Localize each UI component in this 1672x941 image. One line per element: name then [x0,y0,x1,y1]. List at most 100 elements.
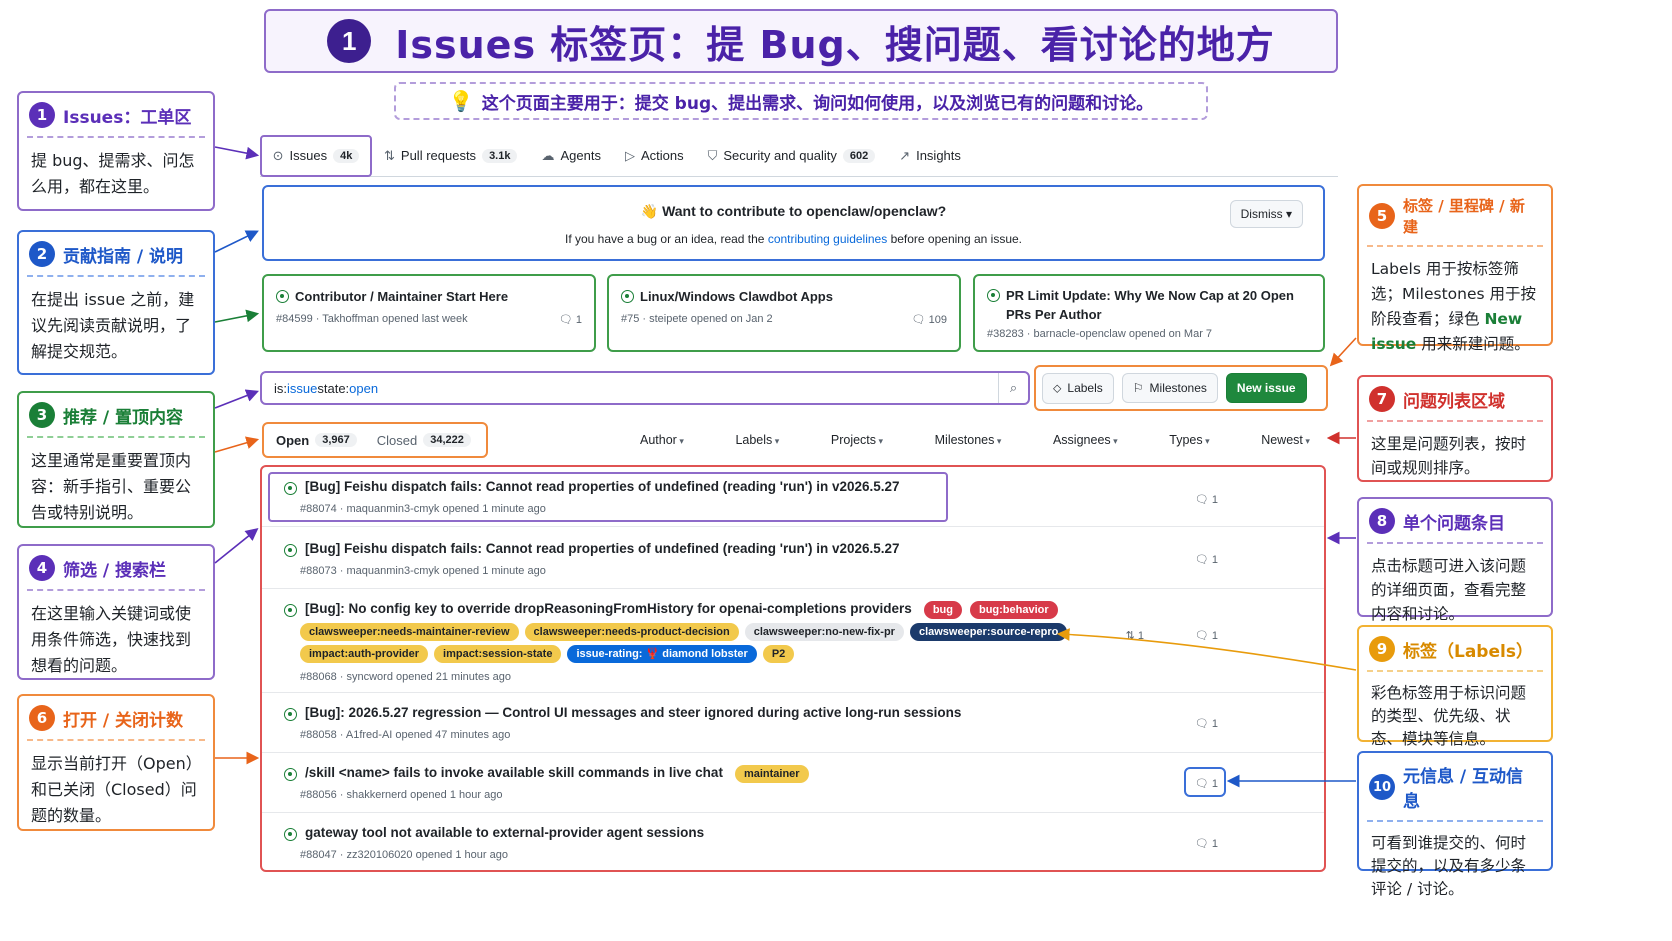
callout-title: 问题列表区域 [1403,391,1505,412]
comment-icon: 🗨 [1194,630,1209,642]
labels-button[interactable]: ⬦ Labels [1042,372,1114,404]
callout-title: 标签 / 里程碑 / 新建 [1403,197,1525,236]
label-p2[interactable]: P2 [762,645,795,663]
callout-5: 5 标签 / 里程碑 / 新建 Labels 用于按标签筛选；Milestones… [1357,184,1553,353]
label-no-new-fix-pr[interactable]: clawsweeper:no-new-fix-pr [744,623,904,641]
filter-labels[interactable]: Labels [735,433,779,447]
shield-icon: ⛉ [707,147,718,163]
callout-number: 4 [29,555,55,581]
callout-title: Issues：工单区 [63,107,192,128]
label-bug-behavior[interactable]: bug:behavior [969,601,1058,619]
tab-agents[interactable]: ☁ Agents [529,136,612,176]
graph-icon: ↗ [899,147,911,163]
tab-actions[interactable]: ▷ Actions [613,136,696,176]
search-icon[interactable]: ⌕ [998,373,1028,403]
table-row[interactable]: /skill <name> fails to invoke available … [262,753,1324,813]
subtitle-box: 💡 这个页面主要用于：提交 bug、提出需求、询问如何使用，以及浏览已有的问题和… [394,82,1208,120]
open-filter[interactable]: Open [276,433,309,448]
issue-title[interactable]: /skill <name> fails to invoke available … [305,765,723,780]
label-maintainer[interactable]: maintainer [734,765,809,783]
issue-title[interactable]: [Bug] Feishu dispatch fails: Cannot read… [305,479,900,494]
label-impact-auth-provider[interactable]: impact:auth-provider [300,645,429,663]
page-title: Issues 标签页：提 Bug、搜问题、看讨论的地方 [395,22,1275,67]
callout-10: 10 元信息 / 互动信息 可看到谁提交的、何时提交的，以及有多少条评论 / 讨论… [1357,751,1553,898]
callout-number: 10 [1369,774,1395,800]
callout-8: 8 单个问题条目 点击标题可进入该问题的详细页面，查看完整内容和讨论。 [1357,497,1553,623]
tab-count: 3.1k [482,148,518,163]
pinned-issue[interactable]: PR Limit Update: Why We Now Cap at 20 Op… [973,274,1325,352]
filter-projects[interactable]: Projects [831,433,883,447]
open-issue-icon [284,768,297,781]
comment-icon: 🗨 [558,314,573,326]
callout-number: 9 [1369,636,1395,662]
open-issue-icon [621,290,634,303]
issue-icon: ⊙ [272,147,284,163]
sort-newest[interactable]: Newest [1261,433,1310,447]
table-row[interactable]: gateway tool not available to external-p… [262,813,1324,871]
milestones-button[interactable]: ⚐ Milestones [1121,373,1218,403]
dismiss-button[interactable]: Dismiss ▾ [1229,200,1303,228]
table-row[interactable]: [Bug]: 2026.5.27 regression — Control UI… [262,693,1324,753]
filter-types[interactable]: Types [1169,433,1209,447]
filter-author[interactable]: Author [640,433,684,447]
label-bug[interactable]: bug [923,601,962,619]
issue-title[interactable]: [Bug]: No config key to override dropRea… [305,601,912,616]
pinned-issue[interactable]: Contributor / Maintainer Start Here #845… [262,274,596,352]
open-issue-icon [987,289,1000,302]
table-row[interactable]: [Bug] Feishu dispatch fails: Cannot read… [262,467,1324,527]
filter-assignees[interactable]: Assignees [1053,433,1118,447]
title-number: 1 [327,19,372,63]
label-needs-maintainer-review[interactable]: clawsweeper:needs-maintainer-review [300,623,519,641]
callout-title: 单个问题条目 [1403,513,1505,534]
comment-count: 🗨 1 [558,314,582,326]
label-issue-rating[interactable]: issue-rating: 🦞 diamond lobster [567,645,757,663]
filter-bar: Author Labels Projects Milestones Assign… [640,422,1320,458]
tab-insights[interactable]: ↗ Insights [887,136,973,176]
label-needs-product-decision[interactable]: clawsweeper:needs-product-decision [524,623,739,641]
play-icon: ▷ [624,147,635,163]
table-row[interactable]: [Bug] Feishu dispatch fails: Cannot read… [262,527,1324,589]
issue-title[interactable]: [Bug]: 2026.5.27 regression — Control UI… [305,705,961,720]
tab-issues[interactable]: ⊙ Issues 4k [260,134,372,177]
subtitle-text: 这个页面主要用于：提交 bug、提出需求、询问如何使用，以及浏览已有的问题和讨论… [481,93,1154,114]
tab-count: 602 [842,148,876,163]
closed-filter[interactable]: Closed [377,433,417,448]
lightbulb-icon: 💡 [448,89,474,113]
pull-request-icon: ⇅ [384,147,395,163]
callout-title: 元信息 / 互动信息 [1403,767,1524,812]
banner-title: 👋 Want to contribute to openclaw/opencla… [640,203,947,219]
issue-meta: #88068 · syncword opened 21 minutes ago [300,671,511,683]
contributing-link[interactable]: contributing guidelines [768,232,887,246]
filter-milestones[interactable]: Milestones [935,433,1002,447]
closed-count: 34,222 [423,433,471,447]
callout-body: 在这里输入关键词或使用条件筛选，快速找到想看的问题。 [31,604,192,675]
pinned-issue[interactable]: Linux/Windows Clawdbot Apps #75 · steipe… [607,274,961,352]
callout-3: 3 推荐 / 置顶内容 这里通常是重要置顶内容：新手指引、重要公告或特别说明。 [17,391,215,528]
callout-7: 7 问题列表区域 这里是问题列表，按时间或规则排序。 [1357,375,1553,482]
comment-icon: 🗨 [1194,778,1209,790]
search-input[interactable]: is: issue state: open ⌕ [260,371,1030,405]
label-impact-session-state[interactable]: impact:session-state [434,645,562,663]
comment-count: 🗨 109 [911,314,947,326]
issue-actions: ⬦ Labels ⚐ Milestones New issue [1034,365,1328,411]
title-banner: 1 Issues 标签页：提 Bug、搜问题、看讨论的地方 [264,9,1338,73]
issue-title[interactable]: [Bug] Feishu dispatch fails: Cannot read… [305,541,900,556]
tab-security[interactable]: ⛉ Security and quality 602 [696,136,888,176]
issue-title[interactable]: gateway tool not available to external-p… [305,825,704,840]
tab-pull-requests[interactable]: ⇅ Pull requests 3.1k [372,136,529,176]
open-count: 3,967 [315,433,357,447]
milestone-icon: ⚐ [1132,381,1144,395]
table-row[interactable]: [Bug]: No config key to override dropRea… [262,589,1324,693]
open-issue-icon [284,544,297,557]
callout-title: 标签（Labels） [1403,641,1533,662]
callout-6: 6 打开 / 关闭计数 显示当前打开（Open）和已关闭（Closed）问题的数量… [17,694,215,831]
callout-number: 7 [1369,386,1395,412]
callout-body: 在提出 issue 之前，建议先阅读贡献说明，了解提交规范。 [31,290,195,361]
callout-title: 筛选 / 搜索栏 [63,560,167,581]
callout-title: 推荐 / 置顶内容 [63,407,184,428]
open-issue-icon [284,828,297,841]
issue-meta: #88056 · shakkernerd opened 1 hour ago [300,789,503,801]
tab-count: 4k [333,148,360,163]
new-issue-button[interactable]: New issue [1225,373,1307,403]
label-source-repro[interactable]: clawsweeper:source-repro [909,623,1068,641]
